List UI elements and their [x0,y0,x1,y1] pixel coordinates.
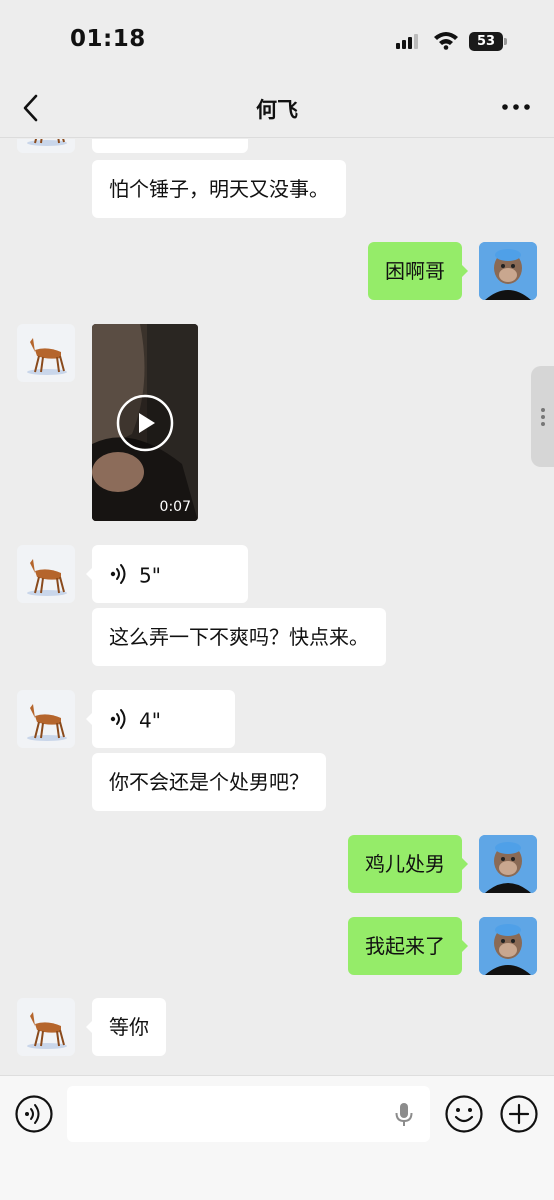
voice-message[interactable]: 4" [86,690,235,748]
contact-avatar[interactable] [17,139,75,153]
contact-avatar[interactable] [17,545,75,603]
deer-icon [27,559,67,596]
more-options-button[interactable] [496,92,536,122]
message-bubble[interactable]: 你不会还是个处男吧？ [92,753,326,811]
cellular-signal-icon [396,33,422,49]
voice-input-button[interactable] [14,1094,54,1134]
deer-icon [27,139,67,146]
video-duration: 0:07 [159,499,191,515]
message-list[interactable]: 怕个锤子，明天又没事。 困啊哥 0:07 5" 这么弄一下不爽吗？快点来。 4"… [0,139,554,1075]
emoji-button[interactable] [444,1094,484,1134]
voice-wave-icon [110,564,126,584]
more-functions-button[interactable] [499,1094,539,1134]
status-time: 01:18 [70,26,146,52]
wifi-icon [434,32,458,50]
battery-icon: 53 [469,32,507,51]
self-avatar[interactable] [479,835,537,893]
message-bubble[interactable]: 怕个锤子，明天又没事。 [92,160,346,218]
voice-wave-icon [110,709,126,729]
voice-message[interactable]: 5" [86,545,248,603]
voice-duration: 5" [139,563,161,588]
play-icon[interactable] [116,394,174,452]
chat-header: 何飞 [0,82,554,138]
side-drawer-handle[interactable] [531,366,554,467]
self-avatar[interactable] [479,917,537,975]
message-bubble[interactable] [92,139,248,153]
contact-avatar[interactable] [17,998,75,1056]
message-input[interactable] [67,1086,430,1142]
message-bubble[interactable]: 等你 [86,998,166,1056]
status-bar: 01:18 53 [0,0,554,82]
contact-avatar[interactable] [17,690,75,748]
deer-icon [27,704,67,741]
voice-duration: 4" [139,708,161,733]
message-bubble[interactable]: 我起来了 [348,917,468,975]
deer-icon [27,1012,67,1049]
contact-avatar[interactable] [17,324,75,382]
input-bar [0,1075,554,1200]
microphone-icon[interactable] [394,1102,414,1128]
ape-icon [479,917,537,975]
message-bubble[interactable]: 鸡儿处男 [348,835,468,893]
chat-title: 何飞 [256,98,298,122]
self-avatar[interactable] [479,242,537,300]
video-message[interactable]: 0:07 [92,324,198,521]
message-bubble[interactable]: 这么弄一下不爽吗？快点来。 [92,608,386,666]
message-bubble[interactable]: 困啊哥 [368,242,468,300]
ape-icon [479,242,537,300]
deer-icon [27,338,67,375]
ape-icon [479,835,537,893]
battery-level: 53 [469,32,503,51]
